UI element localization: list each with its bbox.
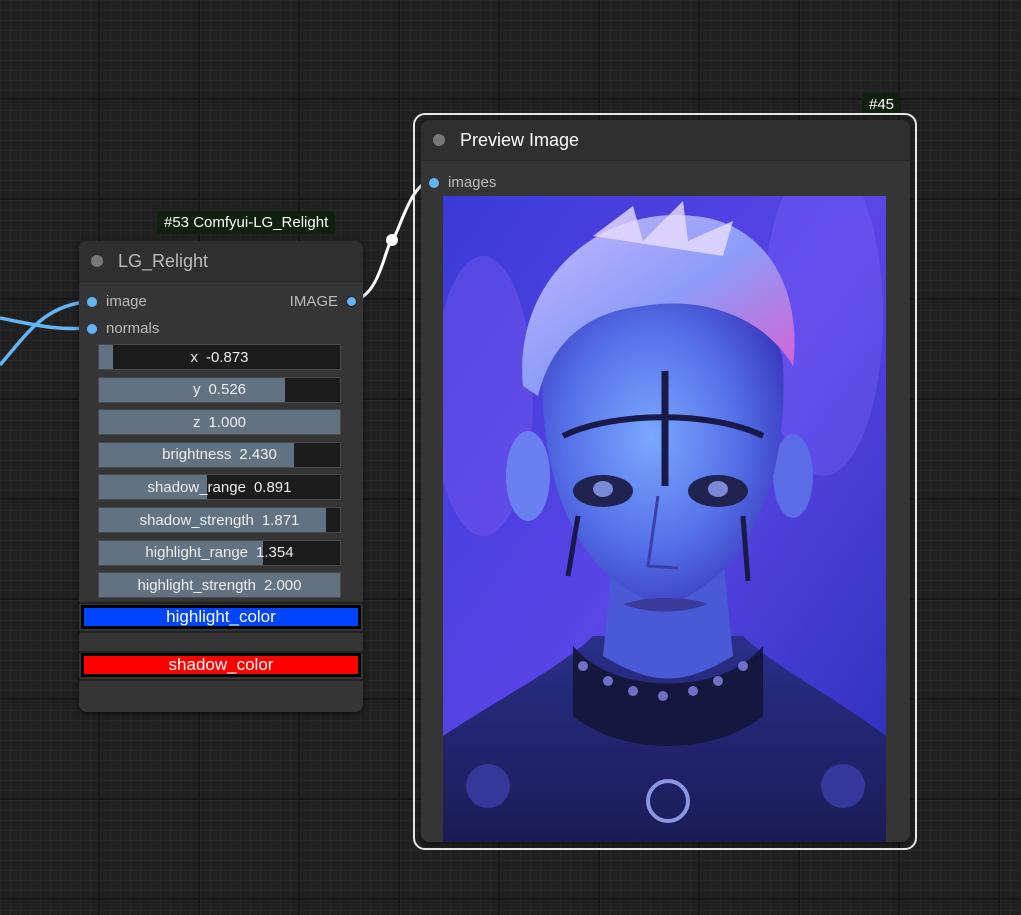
slider-value: 2.000	[263, 576, 302, 594]
node-graph-canvas[interactable]: #53 Comfyui-LG_Relight LG_Relight image …	[0, 0, 1021, 915]
divider	[79, 602, 363, 604]
slot-label: normals	[106, 320, 160, 337]
node-title: LG_Relight	[118, 250, 209, 271]
portrait-image	[443, 196, 886, 842]
slider-label: shadow_strength	[139, 511, 254, 529]
slot-dot-icon[interactable]	[87, 323, 97, 334]
slot-dot-icon[interactable]	[429, 177, 439, 188]
divider	[79, 679, 363, 681]
collapse-dot-icon[interactable]	[433, 134, 445, 146]
slider-widget-y[interactable]: y 0.526	[98, 376, 341, 403]
slider-label: z	[192, 413, 201, 431]
slider-widget-brightness[interactable]: brightness 2.430	[98, 441, 341, 468]
slider-text: z 1.000	[99, 410, 340, 434]
color-label: shadow_color	[168, 655, 274, 674]
node-id-badge: #53 Comfyui-LG_Relight	[157, 211, 336, 234]
shadow-color-picker[interactable]: shadow_color	[81, 653, 361, 677]
slider-widget-highlight-strength[interactable]: highlight_strength 2.000	[98, 572, 341, 599]
slider-widget-z[interactable]: z 1.000	[98, 409, 341, 436]
preview-image[interactable]	[443, 196, 886, 842]
wire-reroute-dot[interactable]	[386, 234, 398, 246]
slider-widget-shadow-range[interactable]: shadow_range 0.891	[98, 474, 341, 501]
input-slot-images[interactable]: images	[429, 174, 496, 191]
node-title-bar[interactable]: Preview Image	[421, 120, 910, 161]
collapse-dot-icon[interactable]	[91, 255, 103, 267]
slider-value: 1.000	[208, 413, 247, 431]
slider-label: highlight_strength	[137, 576, 256, 594]
slider-text: y 0.526	[99, 378, 340, 402]
slider-label: y	[192, 381, 201, 399]
slider-widget-shadow-strength[interactable]: shadow_strength 1.871	[98, 507, 341, 533]
slider-text: shadow_range 0.891	[99, 475, 340, 499]
slot-dot-icon[interactable]	[87, 296, 97, 307]
slider-text: highlight_strength 2.000	[99, 573, 340, 597]
input-slot-normals[interactable]: normals	[87, 320, 159, 337]
slider-value: -0.873	[205, 348, 249, 366]
slider-widget-highlight-range[interactable]: highlight_range 1.354	[98, 539, 341, 566]
slider-text: shadow_strength 1.871	[99, 508, 340, 532]
slider-label: x	[190, 348, 198, 366]
slider-label: highlight_range	[145, 544, 249, 562]
node-title: Preview Image	[460, 129, 580, 150]
input-slot-image[interactable]: image	[87, 293, 147, 310]
slider-label: brightness	[162, 446, 232, 464]
color-label: highlight_color	[166, 607, 276, 626]
output-slot-image[interactable]: IMAGE	[290, 293, 357, 310]
slider-value: 0.526	[208, 381, 247, 399]
slider-label: shadow_range	[147, 478, 246, 496]
slider-text: x -0.873	[99, 345, 340, 369]
slider-value: 2.430	[239, 446, 277, 464]
highlight-color-picker[interactable]: highlight_color	[81, 605, 361, 629]
slider-text: highlight_range 1.354	[99, 541, 340, 565]
divider	[79, 631, 363, 633]
slot-dot-icon[interactable]	[346, 296, 357, 307]
slider-widget-x[interactable]: x -0.873	[98, 344, 341, 370]
slider-text: brightness 2.430	[99, 443, 340, 467]
slider-value: 0.891	[253, 478, 292, 496]
node-title-bar[interactable]: LG_Relight	[79, 241, 363, 282]
slider-value: 1.354	[256, 544, 294, 562]
slot-label: images	[448, 174, 497, 191]
slider-value: 1.871	[261, 511, 300, 529]
lg-relight-node[interactable]: LG_Relight image normals IMAGE x -0.873 y 0…	[79, 241, 363, 712]
slot-label: IMAGE	[289, 293, 338, 310]
slot-label: image	[106, 293, 147, 310]
